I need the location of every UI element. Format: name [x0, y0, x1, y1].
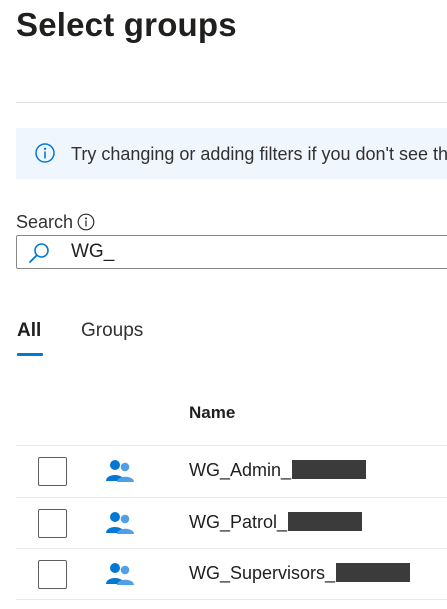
header-divider — [16, 102, 447, 103]
table-row[interactable]: WG_Patrol_ — [16, 498, 447, 549]
page-title: Select groups — [16, 6, 237, 43]
table-row[interactable]: WG_Admin_ — [16, 446, 447, 497]
info-message-text: Try changing or adding filters if you do… — [71, 144, 447, 164]
redaction-block — [292, 460, 367, 479]
info-icon — [35, 143, 55, 163]
column-header-name[interactable]: Name — [189, 403, 235, 423]
search-label: Search — [16, 212, 95, 233]
row-name: WG_Admin_ — [189, 460, 367, 481]
row-checkbox[interactable] — [38, 509, 67, 538]
search-label-text: Search — [16, 212, 74, 232]
group-icon — [106, 460, 134, 482]
group-icon — [106, 512, 134, 534]
row-name: WG_Patrol_ — [189, 512, 363, 533]
group-icon — [106, 563, 134, 585]
row-name-text: WG_Supervisors_ — [189, 563, 336, 583]
table-row[interactable]: WG_Supervisors_ — [16, 549, 447, 600]
tab-groups[interactable]: Groups — [81, 320, 143, 342]
row-name: WG_Supervisors_ — [189, 563, 411, 584]
search-info-icon[interactable] — [77, 213, 95, 231]
tab-all[interactable]: All — [17, 320, 41, 342]
tab-all-selected-indicator — [17, 353, 43, 356]
row-divider — [16, 599, 447, 600]
select-groups-panel: Select groups Try changing or adding fil… — [0, 0, 447, 609]
redaction-block — [336, 563, 411, 582]
row-checkbox[interactable] — [38, 560, 67, 589]
row-name-text: WG_Patrol_ — [189, 512, 288, 532]
row-checkbox[interactable] — [38, 457, 67, 486]
row-name-text: WG_Admin_ — [189, 460, 292, 480]
search-box[interactable] — [16, 235, 447, 269]
search-input[interactable] — [71, 239, 371, 265]
info-message-bar: Try changing or adding filters if you do… — [16, 128, 447, 179]
search-icon — [29, 243, 49, 263]
redaction-block — [288, 512, 363, 531]
